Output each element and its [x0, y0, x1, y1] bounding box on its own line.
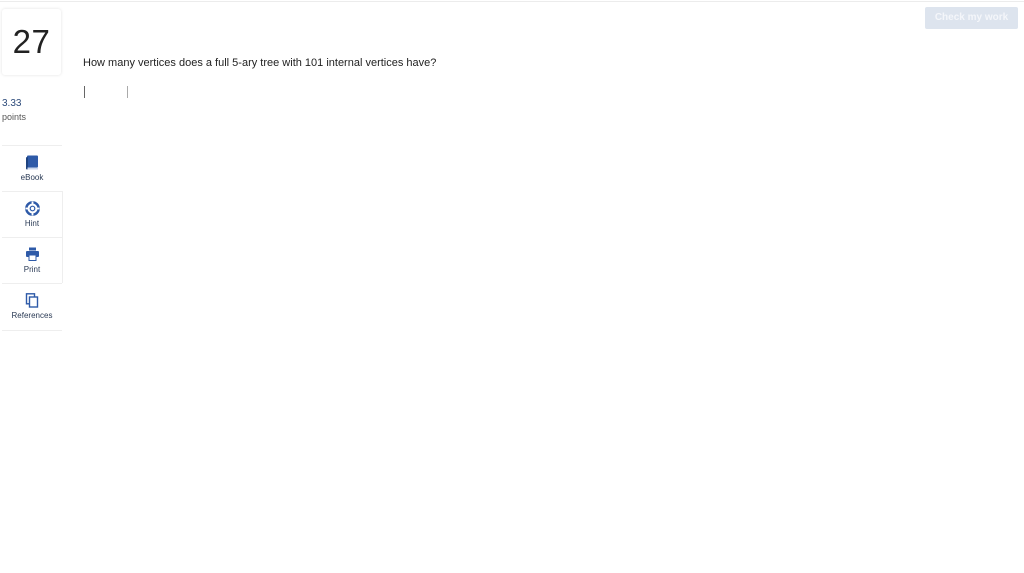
references-button[interactable]: References — [2, 283, 62, 329]
book-icon — [2, 154, 62, 170]
print-label: Print — [23, 265, 41, 274]
top-divider — [0, 1, 1024, 2]
assessment-page: Check my work 27 3.33 points eBook Hint … — [0, 0, 1024, 573]
ebook-button[interactable]: eBook — [2, 145, 62, 191]
ebook-label: eBook — [20, 173, 44, 182]
points-label: points — [2, 112, 27, 122]
hint-label: Hint — [24, 219, 40, 228]
question-number: 27 — [12, 23, 51, 60]
copy-documents-icon — [2, 292, 62, 308]
question-number-card: 27 — [2, 9, 61, 75]
tools-bottom-divider — [2, 330, 62, 331]
points-value: 3.33 — [2, 98, 22, 109]
printer-icon — [2, 246, 62, 262]
check-my-work-button[interactable]: Check my work — [925, 7, 1018, 29]
hint-button[interactable]: Hint — [2, 191, 62, 237]
references-label: References — [11, 311, 53, 320]
lifebuoy-icon — [2, 200, 62, 216]
question-text: How many vertices does a full 5-ary tree… — [83, 57, 437, 69]
print-button[interactable]: Print — [2, 237, 62, 283]
answer-input[interactable] — [84, 86, 128, 98]
tools-sidebar: eBook Hint Print References — [2, 145, 62, 329]
